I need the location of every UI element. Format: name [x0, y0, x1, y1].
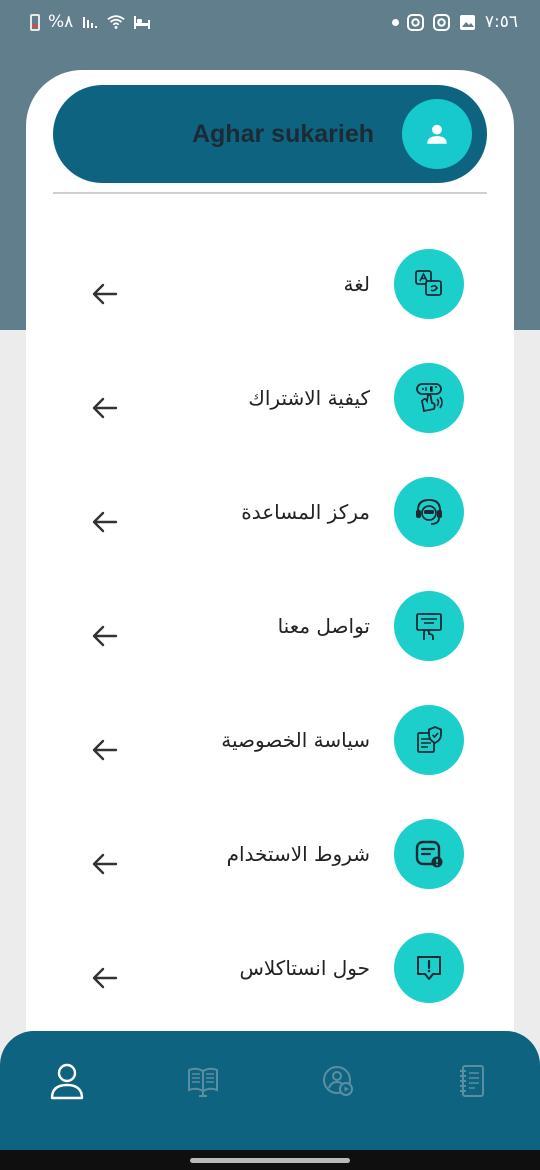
menu-item-label: تواصل معنا: [277, 614, 370, 638]
tab-library[interactable]: [181, 1059, 225, 1103]
tab-video[interactable]: [316, 1059, 360, 1103]
notebook-icon: [460, 1065, 484, 1097]
video-person-icon: [323, 1066, 353, 1096]
arrow-left-icon: [88, 277, 122, 311]
tab-profile[interactable]: [45, 1059, 89, 1103]
subscribe-icon: [394, 363, 464, 433]
status-bar: %٨ ٧:٥٦: [0, 0, 540, 44]
image-icon: [459, 13, 477, 31]
gesture-area: [0, 1150, 540, 1170]
home-indicator[interactable]: [190, 1158, 350, 1163]
instagram-icon: [433, 13, 451, 31]
menu-item-label: لغة: [343, 272, 370, 296]
tab-notes[interactable]: [450, 1059, 494, 1103]
headset-icon: [394, 477, 464, 547]
about-icon: [394, 933, 464, 1003]
battery-percent: %٨: [48, 12, 74, 32]
clock: ٧:٥٦: [484, 12, 518, 32]
instagram-icon: [407, 13, 425, 31]
avatar[interactable]: [402, 99, 472, 169]
menu-item-label: مركز المساعدة: [241, 500, 370, 524]
menu-item-language[interactable]: لغة: [60, 249, 480, 339]
menu-item-label: شروط الاستخدام: [226, 842, 370, 866]
person-outline-icon: [50, 1063, 84, 1100]
arrow-left-icon: [88, 847, 122, 881]
profile-header[interactable]: Aghar sukarieh: [53, 85, 487, 183]
divider: [53, 192, 487, 194]
book-icon: [188, 1067, 218, 1097]
menu-item-label: سياسة الخصوصية: [221, 728, 370, 752]
privacy-icon: [394, 705, 464, 775]
person-icon: [427, 124, 447, 144]
sleep-icon: [133, 13, 151, 31]
arrow-left-icon: [88, 961, 122, 995]
status-right: ٧:٥٦: [391, 12, 518, 32]
menu-item-contact-us[interactable]: تواصل معنا: [60, 591, 480, 681]
language-icon: [394, 249, 464, 319]
wifi-icon: [107, 13, 125, 31]
arrow-left-icon: [88, 619, 122, 653]
signal-icon: [81, 13, 99, 31]
menu-item-label: حول انستاكلاس: [239, 956, 370, 980]
bottom-nav: [0, 1031, 540, 1151]
arrow-left-icon: [88, 733, 122, 767]
terms-icon: [394, 819, 464, 889]
menu-item-help-center[interactable]: مركز المساعدة: [60, 477, 480, 567]
menu-item-terms-of-use[interactable]: شروط الاستخدام: [60, 819, 480, 909]
battery-icon: [30, 13, 40, 31]
arrow-left-icon: [88, 391, 122, 425]
arrow-left-icon: [88, 505, 122, 539]
profile-name: Aghar sukarieh: [191, 120, 374, 148]
menu-item-label: كيفية الاشتراك: [248, 386, 370, 410]
menu-item-privacy-policy[interactable]: سياسة الخصوصية: [60, 705, 480, 795]
status-left: %٨: [30, 12, 151, 32]
menu-item-subscribe[interactable]: كيفية الاشتراك: [60, 363, 480, 453]
notification-dot: [391, 18, 399, 26]
menu-item-about[interactable]: حول انستاكلاس: [60, 933, 480, 1023]
contact-us-icon: [394, 591, 464, 661]
